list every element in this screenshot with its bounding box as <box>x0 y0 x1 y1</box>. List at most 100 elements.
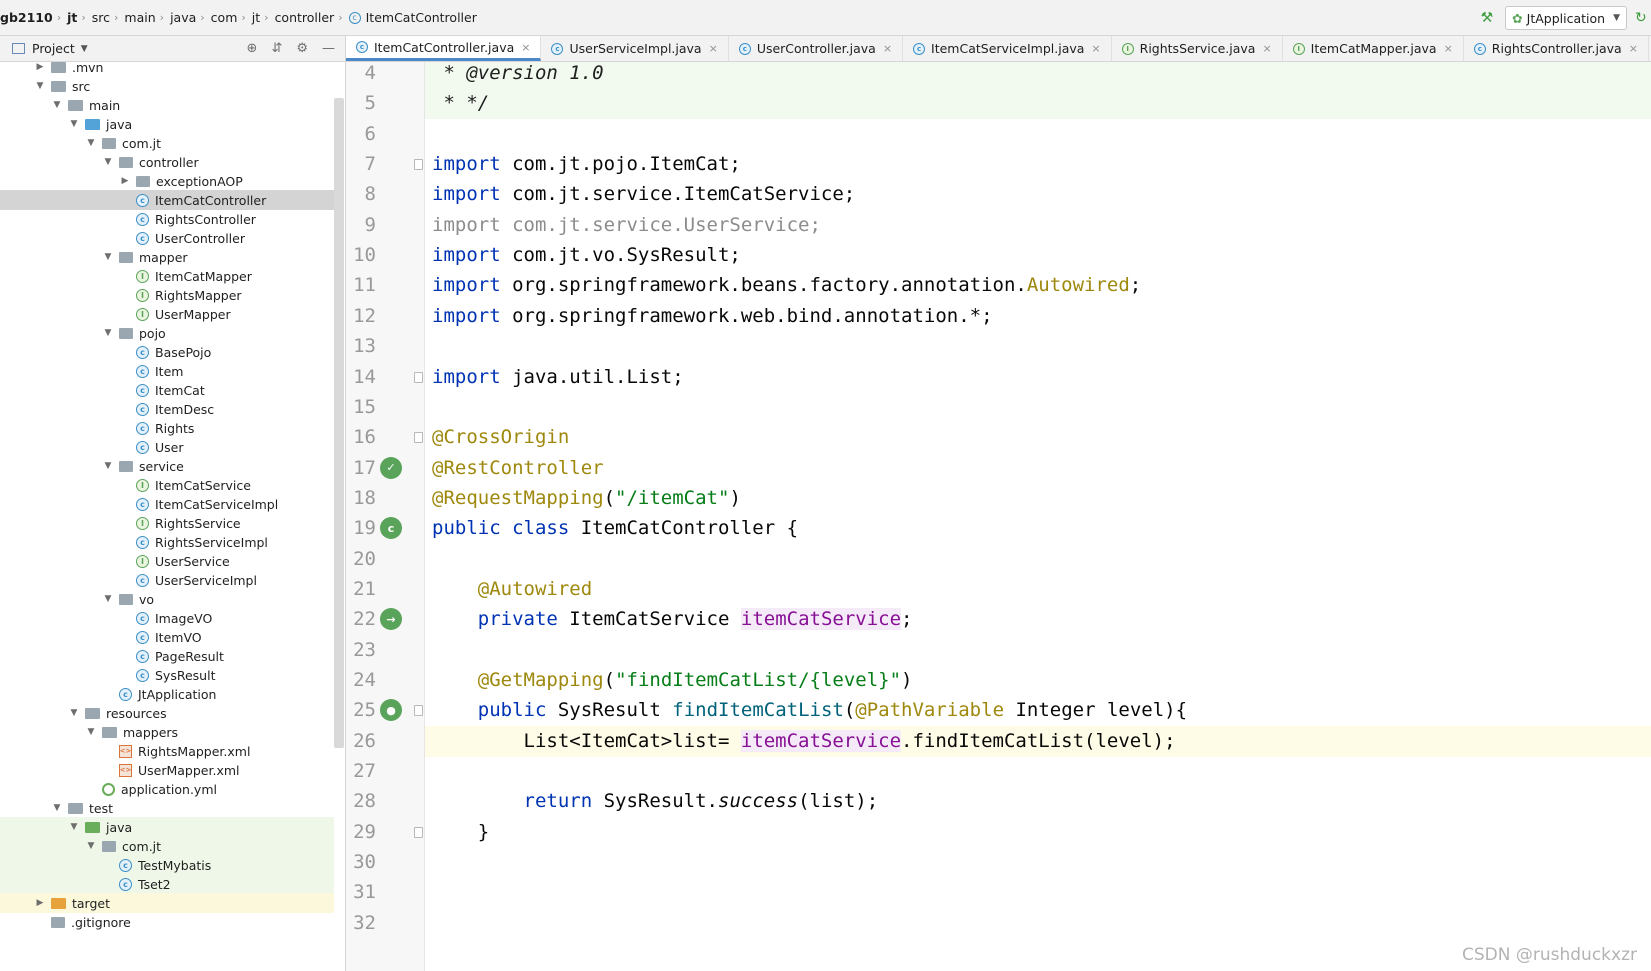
breadcrumb-item[interactable]: src › <box>92 10 125 25</box>
expand-arrow-icon[interactable]: ▼ <box>84 727 98 737</box>
tree-item[interactable]: c Tset2 <box>0 874 334 894</box>
tree-item[interactable]: c SysResult <box>0 665 334 685</box>
tree-item[interactable]: c ItemCat <box>0 380 334 400</box>
tree-item[interactable]: c TestMybatis <box>0 855 334 875</box>
expand-arrow-icon[interactable]: ▼ <box>67 119 81 129</box>
tree-item[interactable]: c Rights <box>0 418 334 438</box>
editor-tab[interactable]: I RightsService.java × <box>1112 36 1283 61</box>
tree-item[interactable]: c ImageVO <box>0 608 334 628</box>
close-icon[interactable]: × <box>521 41 530 54</box>
tree-item[interactable]: .gitignore <box>0 912 334 932</box>
tree-item[interactable]: c PageResult <box>0 646 334 666</box>
collapse-arrow-icon[interactable]: ▶ <box>33 898 47 908</box>
tree-item[interactable]: ▼ com.jt <box>0 133 334 153</box>
spring-bean-gutter-icon[interactable]: c <box>380 517 402 540</box>
expand-arrow-icon[interactable]: ▼ <box>67 822 81 832</box>
expand-arrow-icon[interactable]: ▼ <box>33 81 47 91</box>
gear-icon[interactable]: ⚙ <box>296 41 308 56</box>
tree-item[interactable]: ▼ mappers <box>0 722 334 742</box>
tree-item[interactable]: c ItemVO <box>0 627 334 647</box>
project-panel-title[interactable]: Project <box>32 41 75 56</box>
tree-item[interactable]: ▼ mapper <box>0 247 334 267</box>
breadcrumb-item[interactable]: c ItemCatController <box>348 10 477 25</box>
close-icon[interactable]: × <box>1629 42 1638 55</box>
tree-item[interactable]: I ItemCatService <box>0 475 334 495</box>
tree-item[interactable]: ▼ pojo <box>0 323 334 343</box>
close-icon[interactable]: × <box>1262 42 1271 55</box>
tree-item[interactable]: ▼ resources <box>0 703 334 723</box>
tree-item[interactable]: ▼ controller <box>0 152 334 172</box>
tree-item[interactable]: ▶ exceptionAOP <box>0 171 334 191</box>
collapse-arrow-icon[interactable]: ▶ <box>118 176 132 186</box>
tree-item[interactable]: ▼ service <box>0 456 334 476</box>
editor-tab[interactable]: I ItemCatMapper.java × <box>1283 36 1464 61</box>
tree-item[interactable]: ▼ main <box>0 95 334 115</box>
fold-marker-icon[interactable] <box>414 159 423 171</box>
expand-arrow-icon[interactable]: ▼ <box>101 157 115 167</box>
collapse-arrow-icon[interactable]: ▶ <box>33 62 47 72</box>
expand-arrow-icon[interactable]: ▼ <box>101 461 115 471</box>
tree-item[interactable]: ▼ src <box>0 76 334 96</box>
tree-item[interactable]: <> UserMapper.xml <box>0 760 334 780</box>
editor-tab[interactable]: c UserController.java × <box>729 36 904 61</box>
tree-item[interactable]: c ItemCatServiceImpl <box>0 494 334 514</box>
tree-item[interactable]: c ItemCatController <box>0 190 334 210</box>
tree-item[interactable]: c ItemDesc <box>0 399 334 419</box>
chevron-down-icon[interactable]: ▼ <box>81 44 88 54</box>
spring-bean-gutter-icon[interactable]: ● <box>380 699 402 722</box>
expand-arrow-icon[interactable]: ▼ <box>101 594 115 604</box>
editor-tab[interactable]: c UserServiceImpl.java × <box>541 36 729 61</box>
expand-arrow-icon[interactable]: ▼ <box>50 803 64 813</box>
build-hammer-icon[interactable]: ⚒ <box>1481 10 1494 26</box>
tree-item[interactable]: ▼ java <box>0 114 334 134</box>
breadcrumb-item[interactable]: java › <box>170 10 211 25</box>
tree-item[interactable]: I RightsMapper <box>0 285 334 305</box>
editor-tab[interactable]: c ItemCatController.java × <box>346 36 542 61</box>
expand-arrow-icon[interactable]: ▼ <box>101 252 115 262</box>
tree-item[interactable]: ▼ java <box>0 817 334 837</box>
tree-item[interactable]: ▼ test <box>0 798 334 818</box>
close-icon[interactable]: × <box>1444 42 1453 55</box>
breadcrumb-item[interactable]: com › <box>211 10 252 25</box>
breadcrumb-item[interactable]: jt › <box>252 10 275 25</box>
tree-item[interactable]: c User <box>0 437 334 457</box>
close-icon[interactable]: × <box>709 42 718 55</box>
tree-item[interactable]: c Item <box>0 361 334 381</box>
fold-marker-icon[interactable] <box>414 371 423 383</box>
tree-item[interactable]: c UserServiceImpl <box>0 570 334 590</box>
tree-item[interactable]: <> RightsMapper.xml <box>0 741 334 761</box>
expand-arrow-icon[interactable]: ▼ <box>84 841 98 851</box>
code-editor[interactable]: 4 5 6 7 8 9 10 11 12 13 14 15 16 17 18 19 20 21 22 23 24 25 26… <box>346 62 1651 971</box>
minimize-icon[interactable]: — <box>322 41 335 56</box>
tree-item[interactable]: ▼ com.jt <box>0 836 334 856</box>
breadcrumb-item[interactable]: main › <box>124 10 170 25</box>
breadcrumb-item[interactable]: jt › <box>67 10 92 25</box>
collapse-all-icon[interactable]: ⇵ <box>271 41 282 56</box>
tree-item[interactable]: I RightsService <box>0 513 334 533</box>
tree-item[interactable]: application.yml <box>0 779 334 799</box>
tree-item[interactable]: c JtApplication <box>0 684 334 704</box>
tree-scrollbar[interactable] <box>334 98 344 748</box>
rerun-icon[interactable]: ↻ <box>1635 10 1651 26</box>
tree-item[interactable]: I ItemCatMapper <box>0 266 334 286</box>
tree-item[interactable]: ▶ .mvn <box>0 62 334 77</box>
tree-item[interactable]: c UserController <box>0 228 334 248</box>
expand-arrow-icon[interactable]: ▼ <box>84 138 98 148</box>
breadcrumb-item[interactable]: controller › <box>275 10 349 25</box>
locate-file-icon[interactable]: ⊕ <box>247 41 258 56</box>
tree-item[interactable]: c BasePojo <box>0 342 334 362</box>
expand-arrow-icon[interactable]: ▼ <box>101 328 115 338</box>
expand-arrow-icon[interactable]: ▼ <box>50 100 64 110</box>
tree-item[interactable]: c RightsController <box>0 209 334 229</box>
fold-marker-icon[interactable] <box>414 705 423 717</box>
breadcrumb-item[interactable]: gb2110 › <box>0 10 67 25</box>
tree-item[interactable]: ▼ vo <box>0 589 334 609</box>
spring-bean-gutter-icon[interactable]: ✓ <box>380 456 402 479</box>
fold-marker-icon[interactable] <box>414 826 423 838</box>
expand-arrow-icon[interactable]: ▼ <box>67 708 81 718</box>
editor-tab[interactable]: c ItemCatServiceImpl.java × <box>903 36 1112 61</box>
tree-item[interactable]: ▶ target <box>0 893 334 913</box>
tree-item[interactable]: I UserMapper <box>0 304 334 324</box>
close-icon[interactable]: × <box>1091 42 1100 55</box>
fold-marker-icon[interactable] <box>414 432 423 444</box>
